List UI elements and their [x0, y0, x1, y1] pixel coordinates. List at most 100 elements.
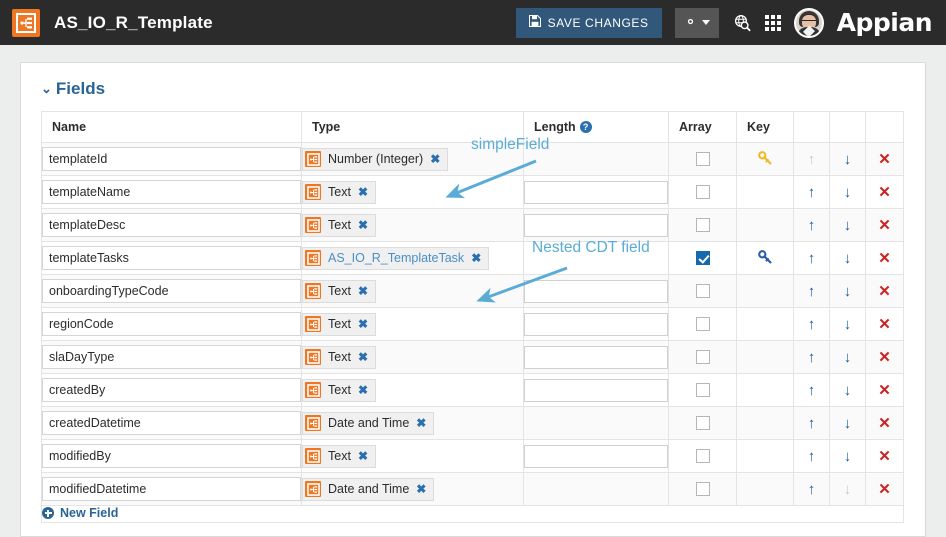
- new-field-button[interactable]: New Field: [42, 506, 118, 520]
- field-key-cell[interactable]: [736, 241, 794, 275]
- field-type-chip[interactable]: AS_IO_R_TemplateTask ✖: [302, 246, 490, 270]
- array-checkbox[interactable]: [695, 317, 710, 332]
- field-length-input[interactable]: [524, 180, 668, 204]
- move-down-icon[interactable]: ↓: [844, 383, 852, 398]
- field-name-input[interactable]: [42, 180, 301, 204]
- field-type-chip[interactable]: Date and Time ✖: [302, 477, 435, 501]
- delete-row-icon[interactable]: ✕: [878, 184, 891, 201]
- array-checkbox[interactable]: [695, 482, 710, 497]
- remove-type-icon[interactable]: ✖: [358, 285, 368, 297]
- array-checkbox[interactable]: [695, 185, 710, 200]
- delete-row-icon[interactable]: ✕: [878, 151, 891, 168]
- delete-row-icon[interactable]: ✕: [878, 217, 891, 234]
- move-down-icon[interactable]: ↓: [844, 152, 852, 167]
- field-name-input[interactable]: [42, 246, 301, 270]
- move-down-icon[interactable]: ↓: [844, 449, 852, 464]
- field-key-cell[interactable]: [736, 406, 794, 440]
- remove-type-icon[interactable]: ✖: [358, 351, 368, 363]
- field-type-chip[interactable]: Text ✖: [302, 279, 376, 303]
- move-up-icon[interactable]: ↑: [808, 185, 816, 200]
- field-key-cell[interactable]: [736, 439, 794, 473]
- fields-section-toggle[interactable]: ⌄ Fields: [41, 79, 105, 99]
- app-grid-icon[interactable]: [764, 14, 781, 31]
- array-checkbox[interactable]: [695, 449, 710, 464]
- move-up-icon[interactable]: ↑: [808, 218, 816, 233]
- move-up-icon[interactable]: ↑: [808, 317, 816, 332]
- field-type-chip[interactable]: Text ✖: [302, 345, 376, 369]
- array-checkbox[interactable]: [695, 251, 710, 266]
- field-key-cell[interactable]: [736, 472, 794, 506]
- help-icon[interactable]: ?: [579, 121, 592, 133]
- field-type-chip[interactable]: Date and Time ✖: [302, 411, 435, 435]
- field-type-chip[interactable]: Number (Integer) ✖: [302, 147, 449, 171]
- delete-row-icon[interactable]: ✕: [878, 481, 891, 498]
- delete-row-icon[interactable]: ✕: [878, 415, 891, 432]
- move-up-icon[interactable]: ↑: [808, 350, 816, 365]
- field-key-cell[interactable]: [736, 274, 794, 308]
- field-name-input[interactable]: [42, 444, 301, 468]
- move-down-icon[interactable]: ↓: [844, 251, 852, 266]
- delete-row-icon[interactable]: ✕: [878, 316, 891, 333]
- field-key-cell[interactable]: [736, 208, 794, 242]
- field-name-input[interactable]: [42, 411, 301, 435]
- move-down-icon[interactable]: ↓: [844, 317, 852, 332]
- field-type-chip[interactable]: Text ✖: [302, 213, 376, 237]
- move-down-icon[interactable]: ↓: [844, 185, 852, 200]
- remove-type-icon[interactable]: ✖: [358, 186, 368, 198]
- remove-type-icon[interactable]: ✖: [358, 219, 368, 231]
- field-length-input[interactable]: [524, 378, 668, 402]
- field-name-input[interactable]: [42, 312, 301, 336]
- field-name-input[interactable]: [42, 477, 301, 501]
- field-length-input[interactable]: [524, 213, 668, 237]
- field-key-cell[interactable]: [736, 142, 794, 176]
- delete-row-icon[interactable]: ✕: [878, 448, 891, 465]
- remove-type-icon[interactable]: ✖: [358, 318, 368, 330]
- remove-type-icon[interactable]: ✖: [416, 417, 426, 429]
- array-checkbox[interactable]: [695, 350, 710, 365]
- move-down-icon[interactable]: ↓: [844, 218, 852, 233]
- array-checkbox[interactable]: [695, 416, 710, 431]
- remove-type-icon[interactable]: ✖: [358, 384, 368, 396]
- delete-row-icon[interactable]: ✕: [878, 349, 891, 366]
- save-changes-button[interactable]: SAVE CHANGES: [515, 7, 662, 38]
- move-up-icon[interactable]: ↑: [808, 284, 816, 299]
- array-checkbox[interactable]: [695, 284, 710, 299]
- field-name-input[interactable]: [42, 345, 301, 369]
- move-up-icon[interactable]: ↑: [808, 482, 816, 497]
- array-checkbox[interactable]: [695, 218, 710, 233]
- field-key-cell[interactable]: [736, 340, 794, 374]
- delete-row-icon[interactable]: ✕: [878, 250, 891, 267]
- remove-type-icon[interactable]: ✖: [416, 483, 426, 495]
- field-key-cell[interactable]: [736, 373, 794, 407]
- field-name-input[interactable]: [42, 213, 301, 237]
- field-name-input[interactable]: [42, 147, 301, 171]
- avatar[interactable]: [793, 7, 824, 38]
- field-key-cell[interactable]: [736, 175, 794, 209]
- move-up-icon[interactable]: ↑: [808, 383, 816, 398]
- move-up-icon[interactable]: ↑: [808, 251, 816, 266]
- field-key-cell[interactable]: [736, 307, 794, 341]
- remove-type-icon[interactable]: ✖: [430, 153, 440, 165]
- field-name-input[interactable]: [42, 279, 301, 303]
- field-type-chip[interactable]: Text ✖: [302, 312, 376, 336]
- move-down-icon[interactable]: ↓: [844, 284, 852, 299]
- field-type-chip[interactable]: Text ✖: [302, 444, 376, 468]
- array-checkbox[interactable]: [695, 152, 710, 167]
- move-up-icon[interactable]: ↑: [808, 416, 816, 431]
- move-down-icon[interactable]: ↓: [844, 350, 852, 365]
- settings-menu-button[interactable]: [674, 7, 719, 38]
- move-down-icon[interactable]: ↓: [844, 416, 852, 431]
- globe-search-icon[interactable]: [732, 13, 752, 33]
- field-length-input[interactable]: [524, 312, 668, 336]
- remove-type-icon[interactable]: ✖: [471, 252, 481, 264]
- field-length-input[interactable]: [524, 444, 668, 468]
- array-checkbox[interactable]: [695, 383, 710, 398]
- field-type-chip[interactable]: Text ✖: [302, 180, 376, 204]
- field-type-chip[interactable]: Text ✖: [302, 378, 376, 402]
- delete-row-icon[interactable]: ✕: [878, 382, 891, 399]
- field-length-input[interactable]: [524, 345, 668, 369]
- field-length-input[interactable]: [524, 279, 668, 303]
- field-name-input[interactable]: [42, 378, 301, 402]
- delete-row-icon[interactable]: ✕: [878, 283, 891, 300]
- remove-type-icon[interactable]: ✖: [358, 450, 368, 462]
